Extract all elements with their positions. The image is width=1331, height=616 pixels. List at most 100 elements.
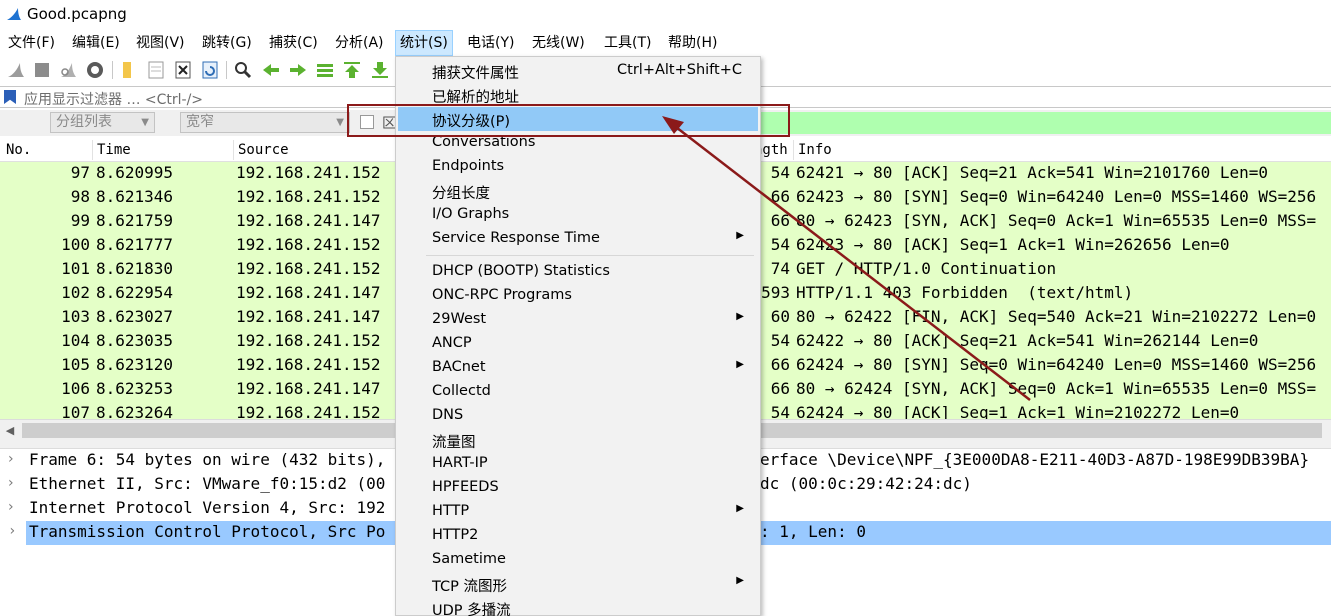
menu-item-collectd[interactable]: Collectd — [398, 380, 758, 404]
packet-source: 192.168.241.147 — [236, 283, 381, 302]
packet-no: 107 — [61, 403, 90, 419]
packet-info: 62421 → 80 [ACK] Seq=21 Ack=541 Win=2101… — [796, 163, 1269, 182]
menu-item-onc-rpc-programs[interactable]: ONC-RPC Programs — [398, 284, 758, 308]
filter-valid-field[interactable] — [760, 112, 1331, 134]
chevron-right-icon[interactable]: › — [8, 523, 16, 539]
go-to-packet-icon[interactable] — [315, 60, 335, 80]
stop-icon[interactable] — [32, 60, 52, 80]
menu-item-label: DHCP (BOOTP) Statistics — [432, 263, 610, 279]
column-divider[interactable] — [793, 140, 794, 160]
group-list-combo[interactable]: 分组列表 ▼ — [50, 112, 155, 133]
menu-item-capture-file-properties[interactable]: 捕获文件属性 Ctrl+Alt+Shift+C — [398, 59, 758, 83]
menu-item-29west[interactable]: 29West ▶ — [398, 308, 758, 332]
packet-time: 8.623120 — [96, 355, 174, 374]
reload-icon[interactable] — [200, 60, 220, 80]
options-gear-icon[interactable] — [85, 60, 105, 80]
restart-icon[interactable] — [58, 60, 78, 80]
menu-item-sametime[interactable]: Sametime — [398, 548, 758, 572]
chevron-right-icon[interactable]: › — [8, 499, 14, 515]
toolbar-separator — [112, 61, 113, 79]
chevron-right-icon[interactable]: › — [8, 475, 14, 491]
menu-item-udp-multicast-streams[interactable]: UDP 多播流 — [398, 596, 758, 616]
chevron-down-icon: ▼ — [336, 117, 344, 128]
menu-item-label: Service Response Time — [432, 230, 600, 246]
menu-item-hart-ip[interactable]: HART-IP — [398, 452, 758, 476]
packet-source: 192.168.241.147 — [236, 211, 381, 230]
menu-view[interactable]: 视图(V) — [132, 30, 189, 56]
column-divider[interactable] — [233, 140, 234, 160]
width-combo[interactable]: 宽窄 ▼ — [180, 112, 350, 133]
submenu-arrow-icon: ▶ — [736, 503, 744, 514]
packet-no: 106 — [61, 379, 90, 398]
column-header-source[interactable]: Source — [238, 142, 289, 158]
first-packet-icon[interactable] — [342, 60, 362, 80]
packet-source: 192.168.241.152 — [236, 259, 381, 278]
menu-item-label: BACnet — [432, 359, 486, 375]
last-packet-icon[interactable] — [370, 60, 390, 80]
menu-item-io-graphs[interactable]: I/O Graphs — [398, 203, 758, 227]
menu-item-http[interactable]: HTTP ▶ — [398, 500, 758, 524]
menu-go[interactable]: 跳转(G) — [198, 30, 256, 56]
packet-no: 104 — [61, 331, 90, 350]
menu-item-dhcp-statistics[interactable]: DHCP (BOOTP) Statistics — [398, 260, 758, 284]
window-title: Good.pcapng — [27, 5, 127, 23]
open-folder-icon[interactable] — [118, 60, 138, 80]
menu-item-tcp-stream-graphs[interactable]: TCP 流图形 ▶ — [398, 572, 758, 596]
menu-statistics[interactable]: 统计(S) — [395, 30, 453, 56]
menu-item-label: Sametime — [432, 551, 506, 567]
menu-item-label: HART-IP — [432, 455, 488, 471]
packet-source: 192.168.241.152 — [236, 187, 381, 206]
menu-item-flow-graph[interactable]: 流量图 — [398, 428, 758, 452]
bookmark-icon[interactable] — [4, 90, 16, 104]
menu-capture[interactable]: 捕获(C) — [265, 30, 322, 56]
menu-tools[interactable]: 工具(T) — [600, 30, 655, 56]
packet-info: 62424 → 80 [ACK] Seq=1 Ack=1 Win=2102272… — [796, 403, 1240, 419]
wireshark-logo-icon — [7, 8, 21, 20]
find-icon[interactable] — [233, 60, 253, 80]
menu-item-hpfeeds[interactable]: HPFEEDS — [398, 476, 758, 500]
submenu-arrow-icon: ▶ — [736, 230, 744, 241]
annotation-highlight-box — [347, 104, 790, 137]
menu-help[interactable]: 帮助(H) — [664, 30, 721, 56]
detail-text: Internet Protocol Version 4, Src: 192 — [29, 498, 386, 517]
submenu-arrow-icon: ▶ — [736, 311, 744, 322]
menu-telephony[interactable]: 电话(Y) — [463, 30, 518, 56]
display-filter-input[interactable]: 应用显示过滤器 … <Ctrl-/> — [24, 89, 203, 109]
menu-item-label: UDP 多播流 — [432, 603, 511, 616]
menu-file[interactable]: 文件(F) — [4, 30, 59, 56]
packet-source: 192.168.241.152 — [236, 403, 381, 419]
column-header-info[interactable]: Info — [798, 142, 832, 158]
menu-bar: 文件(F) 编辑(E) 视图(V) 跳转(G) 捕获(C) 分析(A) 统计(S… — [0, 30, 1331, 56]
menu-item-dns[interactable]: DNS — [398, 404, 758, 428]
chevron-right-icon[interactable]: › — [8, 451, 14, 467]
menu-wireless[interactable]: 无线(W) — [528, 30, 589, 56]
menu-item-label: HPFEEDS — [432, 479, 499, 495]
menu-analyze[interactable]: 分析(A) — [331, 30, 388, 56]
packet-source: 192.168.241.152 — [236, 331, 381, 350]
shark-fin-start-icon[interactable] — [6, 60, 26, 80]
file-icon[interactable] — [146, 60, 166, 80]
menu-item-endpoints[interactable]: Endpoints — [398, 155, 758, 179]
packet-time: 8.621830 — [96, 259, 174, 278]
menu-item-packet-lengths[interactable]: 分组长度 — [398, 179, 758, 203]
menu-item-http2[interactable]: HTTP2 — [398, 524, 758, 548]
menu-item-label: ONC-RPC Programs — [432, 287, 572, 303]
detail-text: Frame 6: 54 bytes on wire (432 bits), — [29, 450, 386, 469]
menu-item-ancp[interactable]: ANCP — [398, 332, 758, 356]
menu-item-label: 29West — [432, 311, 487, 327]
scroll-left-icon[interactable]: ◀ — [0, 420, 20, 441]
packet-no: 100 — [61, 235, 90, 254]
packet-source: 192.168.241.152 — [236, 235, 381, 254]
column-header-no[interactable]: No. — [6, 142, 31, 158]
packet-info: 62423 → 80 [SYN] Seq=0 Win=64240 Len=0 M… — [796, 187, 1317, 206]
column-header-time[interactable]: Time — [97, 142, 131, 158]
back-arrow-icon[interactable] — [261, 60, 281, 80]
menu-edit[interactable]: 编辑(E) — [68, 30, 124, 56]
close-file-icon[interactable] — [173, 60, 193, 80]
menu-item-bacnet[interactable]: BACnet ▶ — [398, 356, 758, 380]
column-divider[interactable] — [92, 140, 93, 160]
packet-time: 8.623264 — [96, 403, 174, 419]
menu-item-label: I/O Graphs — [432, 206, 510, 222]
forward-arrow-icon[interactable] — [288, 60, 308, 80]
menu-item-service-response-time[interactable]: Service Response Time ▶ — [398, 227, 758, 251]
